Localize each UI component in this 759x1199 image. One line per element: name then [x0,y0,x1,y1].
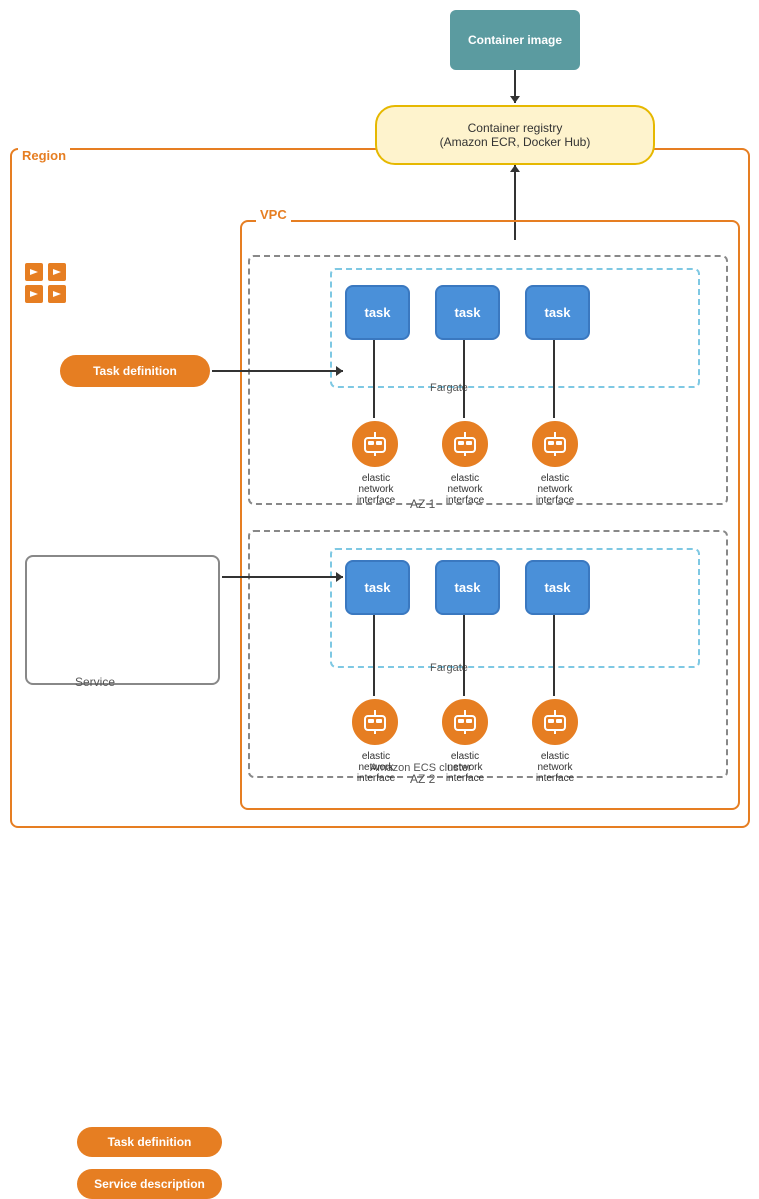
eni-label-az2-1: elastic network interface [346,751,406,784]
region-label: Region [18,148,70,163]
az2-label: AZ 2 [410,772,435,786]
arrow-service-to-az2 [222,576,343,578]
eni-az2-2 [439,696,491,748]
task-az2-2: task [435,560,500,615]
eni-label-az2-2: elastic network interface [435,751,495,784]
vert-line-az2-1 [373,615,375,696]
task-az2-3: task [525,560,590,615]
eni-az1-3 [529,418,581,470]
container-image-box: Container image [450,10,580,70]
container-image-label: Container image [468,33,562,47]
vert-line-az2-2 [463,615,465,696]
task-az1-2: task [435,285,500,340]
task-az2-1: task [345,560,410,615]
eni-az1-1 [349,418,401,470]
eni-label-az1-2: elastic network interface [435,473,495,506]
eni-az2-1 [349,696,401,748]
service-label: Service [75,675,115,689]
vert-line-az1-2 [463,340,465,418]
container-registry-box: Container registry(Amazon ECR, Docker Hu… [375,105,655,165]
arrow-taskdef-to-az1 [212,370,343,372]
aws-ecs-icon [20,255,75,310]
vert-line-az2-3 [553,615,555,696]
az1-label: AZ 1 [410,497,435,511]
eni-label-az1-1: elastic network interface [346,473,406,506]
vert-line-az1-1 [373,340,375,418]
eni-az1-2 [439,418,491,470]
eni-az2-3 [529,696,581,748]
arrow-container-to-registry [514,70,516,103]
container-registry-label: Container registry(Amazon ECR, Docker Hu… [440,121,591,149]
task-az1-1: task [345,285,410,340]
eni-label-az1-3: elastic network interface [525,473,585,506]
diagram-container: Region Container image Container registr… [0,0,759,849]
task-az1-3: task [525,285,590,340]
service-description-button[interactable]: Service description [77,1169,222,1199]
service-task-def-button[interactable]: Task definition [77,1127,222,1157]
vpc-label: VPC [256,207,291,222]
eni-label-az2-3: elastic network interface [525,751,585,784]
vert-line-az1-3 [553,340,555,418]
service-box: Task definition Service description [25,555,220,685]
task-definition-standalone[interactable]: Task definition [60,355,210,387]
